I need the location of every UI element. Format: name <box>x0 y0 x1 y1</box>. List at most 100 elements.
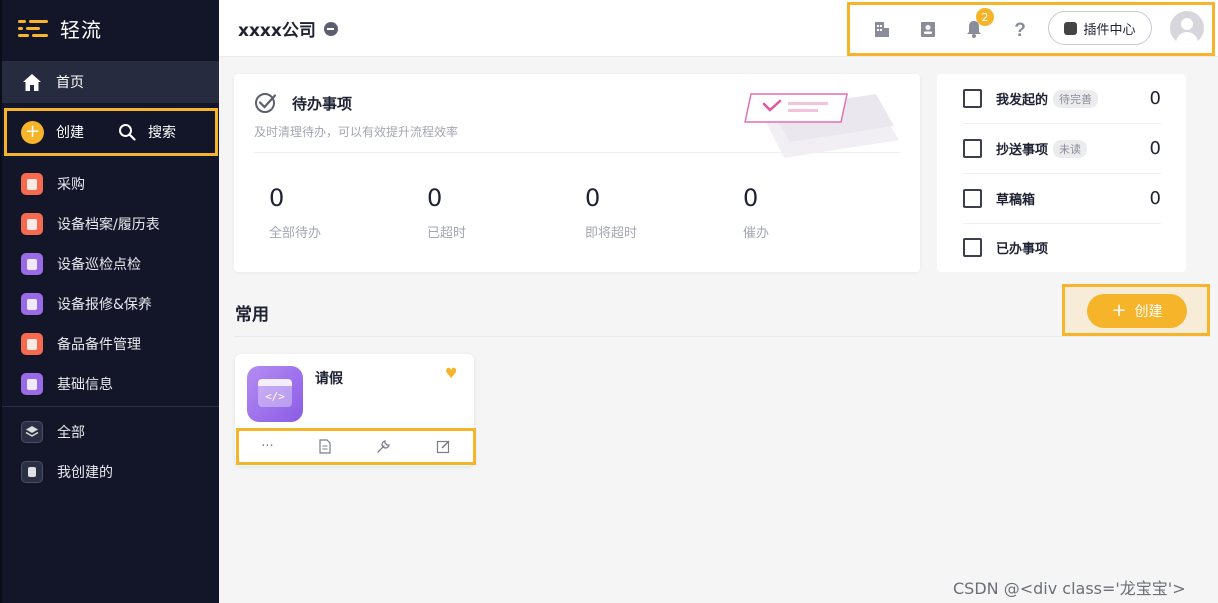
sidebar-item-basic-info[interactable]: 基础信息 <box>2 364 219 404</box>
stat-all-pending[interactable]: 0 全部待办 <box>269 184 409 241</box>
home-icon <box>23 73 41 91</box>
search-button[interactable]: 搜索 <box>118 122 176 142</box>
sidebar-item-all[interactable]: 全部 <box>2 412 219 452</box>
right-item-done[interactable]: 已办事项 <box>963 222 1161 272</box>
notification-badge: 2 <box>976 8 994 26</box>
edit-doc-icon <box>963 89 982 108</box>
sidebar-item-label: 全部 <box>57 425 85 441</box>
stat-value: 0 <box>427 184 443 212</box>
sidebar-menu-bottom: 全部 我创建的 <box>2 412 219 492</box>
check-circle-icon <box>255 93 277 113</box>
create-button[interactable]: + 创建 <box>21 120 84 144</box>
right-item-initiated[interactable]: 我发起的 待完善 0 <box>963 74 1161 124</box>
more-button[interactable]: ··· <box>261 439 273 454</box>
common-title: 常用 <box>235 305 269 325</box>
quick-actions: + 创建 搜索 <box>4 108 218 156</box>
plugin-center-button[interactable]: 插件中心 <box>1048 11 1152 45</box>
status-badge: 未读 <box>1053 139 1088 158</box>
contacts-icon[interactable] <box>918 19 938 39</box>
right-item-count: 0 <box>1149 88 1161 109</box>
puzzle-icon <box>1064 21 1078 35</box>
header-toolbar: 2 ? 插件中心 <box>847 2 1215 56</box>
sidebar-item-label: 我创建的 <box>57 465 113 481</box>
sidebar-item-label: 首页 <box>56 75 84 91</box>
sidebar-item-equipment-records[interactable]: 设备档案/履历表 <box>2 204 219 244</box>
right-item-label: 已办事项 <box>996 241 1049 257</box>
svg-text:?: ? <box>1014 20 1026 39</box>
stat-value: 0 <box>743 184 759 212</box>
app-name: 轻流 <box>60 18 102 42</box>
wrench-icon[interactable] <box>376 439 391 454</box>
stat-value: 0 <box>269 184 285 212</box>
status-badge: 待完善 <box>1053 89 1099 108</box>
right-item-cc[interactable]: 抄送事项 未读 0 <box>963 124 1161 174</box>
sidebar-item-spare-parts[interactable]: 备品备件管理 <box>2 324 219 364</box>
company-name: xxxx公司 <box>238 21 316 41</box>
create-label: 创建 <box>56 125 84 141</box>
mail-icon <box>963 139 982 158</box>
checklist-icon <box>963 237 982 257</box>
right-item-label: 抄送事项 <box>996 143 1049 158</box>
app-card-leave[interactable]: </> 请假 ♥ ··· <box>235 354 476 466</box>
sidebar-item-procurement[interactable]: 采购 <box>2 164 219 204</box>
right-panel: 我发起的 待完善 0 抄送事项 未读 0 草稿箱 0 已办事项 <box>937 74 1186 272</box>
stat-value: 0 <box>585 184 601 212</box>
right-item-label: 我发起的 <box>996 93 1049 108</box>
todo-subtitle: 及时清理待办，可以有效提升流程效率 <box>254 125 459 139</box>
right-item-drafts[interactable]: 草稿箱 0 <box>963 174 1161 224</box>
create-button-label: 创建 <box>1134 304 1163 320</box>
todo-illustration <box>744 93 899 158</box>
sidebar-item-label: 采购 <box>57 177 85 193</box>
avatar[interactable] <box>1170 11 1204 45</box>
todo-card: 待办事项 及时清理待办，可以有效提升流程效率 0 全部待办 0 已超时 0 即将… <box>234 74 920 272</box>
sidebar-item-label: 设备巡检点检 <box>57 257 141 273</box>
building-icon <box>21 173 43 195</box>
sidebar-item-equipment-inspection[interactable]: 设备巡检点检 <box>2 244 219 284</box>
sidebar-item-equipment-repair[interactable]: 设备报修&保养 <box>2 284 219 324</box>
top-header: xxxx公司 2 ? 插件中心 <box>219 0 1218 57</box>
draft-icon <box>963 189 982 208</box>
watermark: CSDN @<div class='龙宝宝'> <box>953 579 1186 598</box>
sidebar-item-created-by-me[interactable]: 我创建的 <box>2 452 219 492</box>
edit-icon[interactable] <box>436 439 451 454</box>
stat-due-soon[interactable]: 0 即将超时 <box>585 184 725 241</box>
stat-label: 即将超时 <box>585 226 638 241</box>
code-icon: </> <box>265 390 285 403</box>
right-item-count: 0 <box>1149 138 1161 159</box>
stat-overdue[interactable]: 0 已超时 <box>427 184 567 241</box>
switch-icon <box>323 21 338 36</box>
robot-icon <box>21 293 43 315</box>
stat-label: 已超时 <box>427 226 467 241</box>
stat-urged[interactable]: 0 催办 <box>743 184 883 241</box>
app-logo[interactable]: 轻流 <box>18 14 102 43</box>
app-icon: </> <box>247 366 303 422</box>
stat-label: 全部待办 <box>269 226 322 241</box>
sidebar-menu: 采购 设备档案/履历表 设备巡检点检 设备报修&保养 备品备件管理 基础信息 <box>2 164 219 404</box>
right-item-count: 0 <box>1149 188 1161 209</box>
plus-icon: + <box>21 120 44 144</box>
heart-icon[interactable]: ♥ <box>445 366 458 382</box>
todo-title: 待办事项 <box>292 95 353 113</box>
app-card-actions: ··· <box>236 428 476 465</box>
sidebar-item-label: 基础信息 <box>57 377 113 393</box>
sidebar-divider <box>2 406 219 407</box>
divider <box>254 152 900 153</box>
search-icon <box>119 124 136 141</box>
plugin-center-label: 插件中心 <box>1083 22 1136 38</box>
layers-icon <box>21 421 43 443</box>
create-button-wrapper: + 创建 <box>1062 284 1210 336</box>
company-switcher[interactable]: xxxx公司 <box>238 16 338 41</box>
help-icon[interactable]: ? <box>1010 19 1030 39</box>
logo-icon <box>18 17 48 41</box>
plus-icon: + <box>1111 300 1127 321</box>
robot-icon <box>21 373 43 395</box>
create-button[interactable]: + 创建 <box>1087 294 1187 328</box>
portrait-icon <box>21 253 43 275</box>
sidebar-item-home[interactable]: 首页 <box>2 61 219 103</box>
document-icon <box>21 213 43 235</box>
form-icon[interactable] <box>318 439 332 454</box>
clipboard-icon <box>21 461 43 483</box>
stat-label: 催办 <box>743 226 770 241</box>
building-icon[interactable] <box>872 19 892 39</box>
document-icon <box>21 333 43 355</box>
